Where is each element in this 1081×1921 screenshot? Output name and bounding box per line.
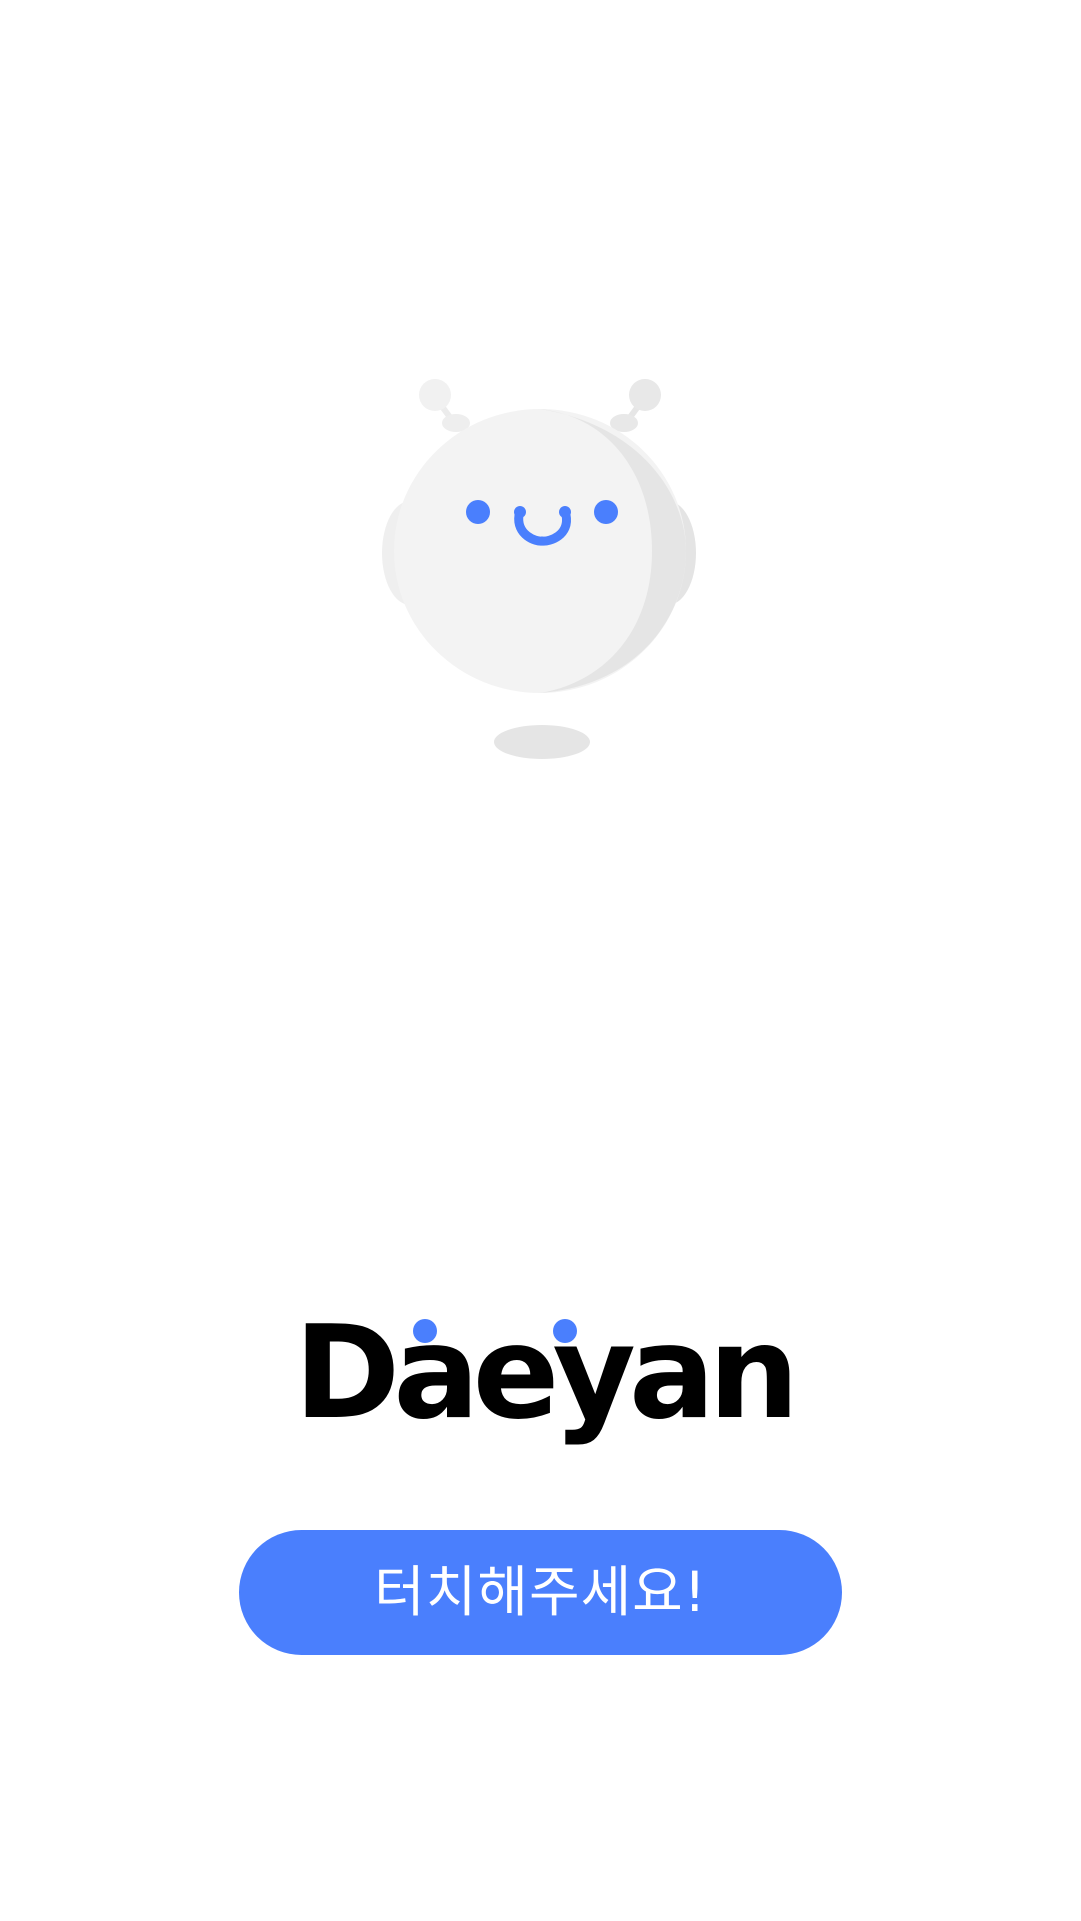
touch-button-label: 터치해주세요! — [374, 1560, 707, 1624]
daeyang-logo: Daeyang — [290, 1299, 884, 1448]
touch-start-button[interactable]: 터치해주세요! — [239, 1530, 842, 1655]
splash-screen[interactable]: Daeyang 터치해주세요! — [0, 0, 1081, 1921]
logo-text: Daeyang — [294, 1315, 790, 1445]
logo-dot-right — [553, 1319, 577, 1343]
robot-mascot-icon — [370, 365, 710, 765]
logo-dot-left — [413, 1319, 437, 1343]
